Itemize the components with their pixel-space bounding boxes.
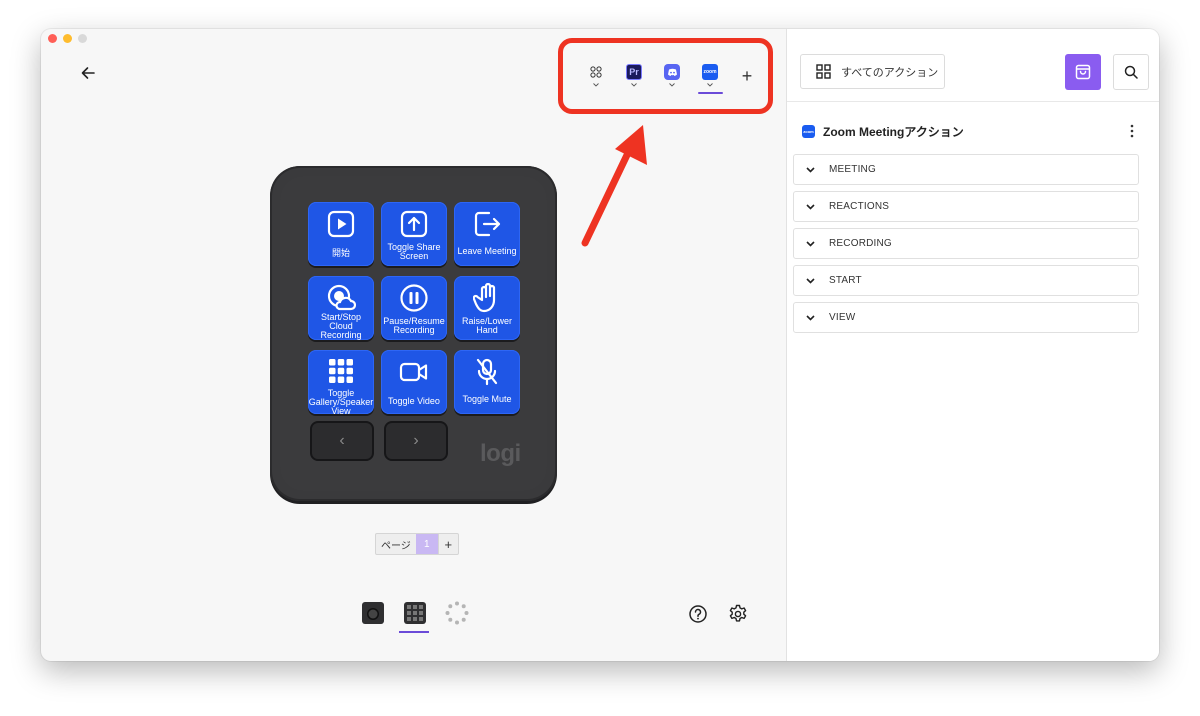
share-screen-icon (399, 209, 429, 239)
key-toggle-share-screen[interactable]: Toggle Share Screen (381, 202, 447, 266)
chevron-down-icon (806, 166, 815, 173)
next-page-key[interactable]: › (384, 421, 448, 461)
app-window: Pr zoom + 開始 Toggle Share Screen Leave M… (41, 29, 1159, 661)
key-cloud-recording[interactable]: Start/Stop Cloud Recording (308, 276, 374, 340)
key-toggle-mute[interactable]: Toggle Mute (454, 350, 520, 414)
section-view[interactable]: VIEW (793, 302, 1139, 333)
chevron-down-icon (806, 203, 815, 210)
chevron-down-icon (806, 314, 815, 321)
section-recording[interactable]: RECORDING (793, 228, 1139, 259)
grid-icon (816, 64, 831, 79)
cloud-record-icon (326, 283, 356, 311)
key-toggle-gallery-speaker[interactable]: Toggle Gallery/Speaker View (308, 350, 374, 414)
main-area: Pr zoom + 開始 Toggle Share Screen Leave M… (41, 29, 786, 661)
keypad-device-tab[interactable] (399, 601, 429, 633)
mic-mute-icon (472, 357, 502, 387)
device-tabs (361, 601, 469, 633)
key-toggle-video[interactable]: Toggle Video (381, 350, 447, 414)
search-icon (1124, 65, 1138, 79)
dial-device-tab[interactable] (361, 601, 385, 627)
section-start[interactable]: START (793, 265, 1139, 296)
page-switcher: ページ 1 + (375, 533, 459, 555)
key-start[interactable]: 開始 (308, 202, 374, 266)
chevron-down-icon (806, 277, 815, 284)
search-button[interactable] (1113, 54, 1149, 90)
logi-logo: logi (480, 440, 521, 467)
ring-device-icon (445, 601, 469, 625)
gallery-icon (326, 357, 356, 385)
add-page-button[interactable]: + (437, 534, 458, 554)
gear-icon[interactable] (728, 604, 748, 624)
app-action-header: zoom Zoom Meetingアクション (802, 123, 964, 140)
marketplace-button[interactable] (1065, 54, 1101, 90)
key-pause-resume-recording[interactable]: Pause/Resume Recording (381, 276, 447, 340)
key-leave-meeting[interactable]: Leave Meeting (454, 202, 520, 266)
annotation-highlight-box (558, 38, 773, 114)
play-icon (326, 209, 356, 239)
keypad-device-icon (404, 602, 426, 624)
hand-icon (472, 283, 502, 313)
pause-icon (399, 283, 429, 313)
leave-icon (472, 209, 502, 239)
key-raise-lower-hand[interactable]: Raise/Lower Hand (454, 276, 520, 340)
panel-divider (787, 101, 1159, 102)
help-icon[interactable] (688, 604, 708, 624)
ring-device-tab[interactable] (445, 601, 469, 627)
dial-device-icon (362, 602, 384, 624)
keypad-device: 開始 Toggle Share Screen Leave Meeting Sta… (270, 166, 557, 501)
chevron-down-icon (806, 240, 815, 247)
back-arrow-icon[interactable] (81, 66, 95, 80)
prev-page-key[interactable]: ‹ (310, 421, 374, 461)
shopping-bag-icon (1075, 64, 1091, 80)
all-actions-button[interactable]: すべてのアクション (800, 54, 945, 89)
page-1-button[interactable]: 1 (415, 534, 438, 554)
zoom-icon: zoom (802, 125, 815, 138)
video-icon (399, 357, 429, 387)
section-meeting[interactable]: MEETING (793, 154, 1139, 185)
all-actions-label: すべてのアクション (841, 66, 939, 79)
actions-panel: すべてのアクション zoom Zoom Meetingアクション MEETING… (786, 29, 1159, 661)
more-options-icon[interactable] (1130, 124, 1134, 138)
app-action-title: Zoom Meetingアクション (823, 125, 964, 139)
page-label: ページ (381, 540, 411, 552)
section-reactions[interactable]: REACTIONS (793, 191, 1139, 222)
annotation-arrow-icon (581, 125, 647, 247)
keypad-face: 開始 Toggle Share Screen Leave Meeting Sta… (280, 176, 547, 491)
